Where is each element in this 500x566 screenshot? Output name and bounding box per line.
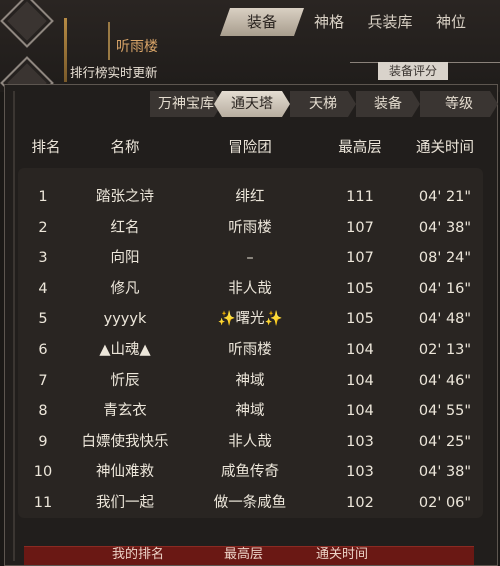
row-rank: 4 <box>38 280 48 297</box>
row-clear-time: 04' 38" <box>418 464 472 481</box>
row-guild: – <box>246 250 254 267</box>
row-floor: 107 <box>346 219 374 236</box>
row-clear-time: 02' 06" <box>418 495 472 511</box>
row-floor: 111 <box>346 189 374 205</box>
table-row[interactable]: 4 修凡 非人哉 105 04' 16" <box>0 274 500 304</box>
tab-divine-rank[interactable]: 神位 <box>426 8 476 36</box>
header-guild: 冒险团 <box>228 140 272 156</box>
gold-divider <box>64 18 67 82</box>
row-clear-time: 04' 48" <box>418 311 472 328</box>
row-player-name: 修凡 <box>110 280 140 297</box>
row-player-name: 我们一起 <box>96 495 154 511</box>
row-floor: 103 <box>346 433 374 450</box>
row-guild: ✨曙光✨ <box>217 311 283 328</box>
row-floor: 104 <box>346 342 374 358</box>
table-row[interactable]: 1 踏张之诗 绯红 111 04' 21" <box>0 182 500 212</box>
row-floor: 102 <box>346 495 374 511</box>
row-player-name: 忻辰 <box>110 372 140 389</box>
row-player-name: 向阳 <box>110 250 140 267</box>
header-name: 名称 <box>110 140 140 156</box>
row-clear-time: 04' 21" <box>418 189 472 205</box>
row-clear-time: 04' 16" <box>418 280 472 297</box>
row-guild: 咸鱼传奇 <box>221 464 279 481</box>
guild-name: 听雨楼 <box>116 39 158 55</box>
row-guild: 做一条咸鱼 <box>213 495 287 511</box>
row-player-name: 青玄衣 <box>103 403 147 420</box>
row-rank: 8 <box>38 403 48 420</box>
my-rank-label: 我的排名 <box>112 547 165 562</box>
subtab-equipment[interactable]: 装备 <box>356 91 420 117</box>
tab-divine-grid[interactable]: 神格 <box>304 8 354 36</box>
table-row[interactable]: 2 红名 听雨楼 107 04' 38" <box>0 213 500 243</box>
equipment-score-button[interactable]: 装备评分 <box>378 62 448 80</box>
table-row[interactable]: 11 我们一起 做一条咸鱼 102 02' 06" <box>0 488 500 518</box>
row-rank: 1 <box>38 189 48 205</box>
table-row[interactable]: 10 神仙难救 咸鱼传奇 103 04' 38" <box>0 457 500 487</box>
table-row[interactable]: 9 白嫖使我快乐 非人哉 103 04' 25" <box>0 427 500 457</box>
row-guild: 神域 <box>235 403 265 420</box>
row-rank: 10 <box>33 464 53 481</box>
row-floor: 107 <box>346 250 374 267</box>
rank-live-text: 排行榜实时更新 <box>70 65 158 80</box>
row-guild: 绯红 <box>235 189 265 205</box>
subtab-babel-tower[interactable]: 通天塔 <box>214 91 290 117</box>
row-floor: 105 <box>346 311 374 328</box>
row-rank: 5 <box>38 311 48 328</box>
gold-frame-line <box>108 22 110 60</box>
row-clear-time: 04' 55" <box>418 403 472 420</box>
table-row[interactable]: 5 yyyyk ✨曙光✨ 105 04' 48" <box>0 304 500 334</box>
row-rank: 2 <box>38 219 48 236</box>
subtab-level[interactable]: 等级 <box>420 91 498 117</box>
row-guild: 非人哉 <box>228 433 272 450</box>
row-clear-time: 04' 46" <box>418 372 472 389</box>
row-player-name: ▲山魂▲ <box>99 342 151 358</box>
row-player-name: yyyyk <box>103 311 147 328</box>
my-floor-label: 最高层 <box>224 547 264 562</box>
row-clear-time: 02' 13" <box>418 342 472 358</box>
row-floor: 104 <box>346 372 374 389</box>
row-rank: 7 <box>38 372 48 389</box>
row-rank: 11 <box>33 495 53 511</box>
row-player-name: 踏张之诗 <box>96 189 154 205</box>
table-row[interactable]: 6 ▲山魂▲ 听雨楼 104 02' 13" <box>0 335 500 365</box>
row-player-name: 红名 <box>110 219 140 236</box>
table-row[interactable]: 7 忻辰 神域 104 04' 46" <box>0 366 500 396</box>
subtab-ladder[interactable]: 天梯 <box>290 91 356 117</box>
row-floor: 104 <box>346 403 374 420</box>
row-clear-time: 08' 24" <box>418 250 472 267</box>
row-rank: 3 <box>38 250 48 267</box>
header-floor: 最高层 <box>338 140 382 156</box>
row-rank: 6 <box>38 342 48 358</box>
row-guild: 听雨楼 <box>228 342 272 358</box>
tab-equipment[interactable]: 装备 <box>220 8 304 36</box>
table-row[interactable]: 3 向阳 – 107 08' 24" <box>0 243 500 273</box>
row-clear-time: 04' 38" <box>418 219 472 236</box>
top-tab-bar: 装备 神格 兵装库 神位 <box>220 8 500 36</box>
row-guild: 非人哉 <box>228 280 272 297</box>
header-time: 通关时间 <box>416 140 474 156</box>
subtab-pantheon-vault[interactable]: 万神宝库 <box>150 91 222 117</box>
tab-armory[interactable]: 兵装库 <box>354 8 426 36</box>
row-guild: 神域 <box>235 372 265 389</box>
row-clear-time: 04' 25" <box>418 433 472 450</box>
row-player-name: 神仙难救 <box>96 464 154 481</box>
my-time-label: 通关时间 <box>316 547 369 562</box>
header-rank: 排名 <box>31 140 61 156</box>
table-row[interactable]: 8 青玄衣 神域 104 04' 55" <box>0 396 500 426</box>
ranking-category-tabs: 万神宝库 通天塔 天梯 装备 等级 <box>150 91 500 117</box>
row-floor: 103 <box>346 464 374 481</box>
row-rank: 9 <box>38 433 48 450</box>
row-player-name: 白嫖使我快乐 <box>81 433 169 450</box>
row-guild: 听雨楼 <box>228 219 272 236</box>
row-floor: 105 <box>346 280 374 297</box>
